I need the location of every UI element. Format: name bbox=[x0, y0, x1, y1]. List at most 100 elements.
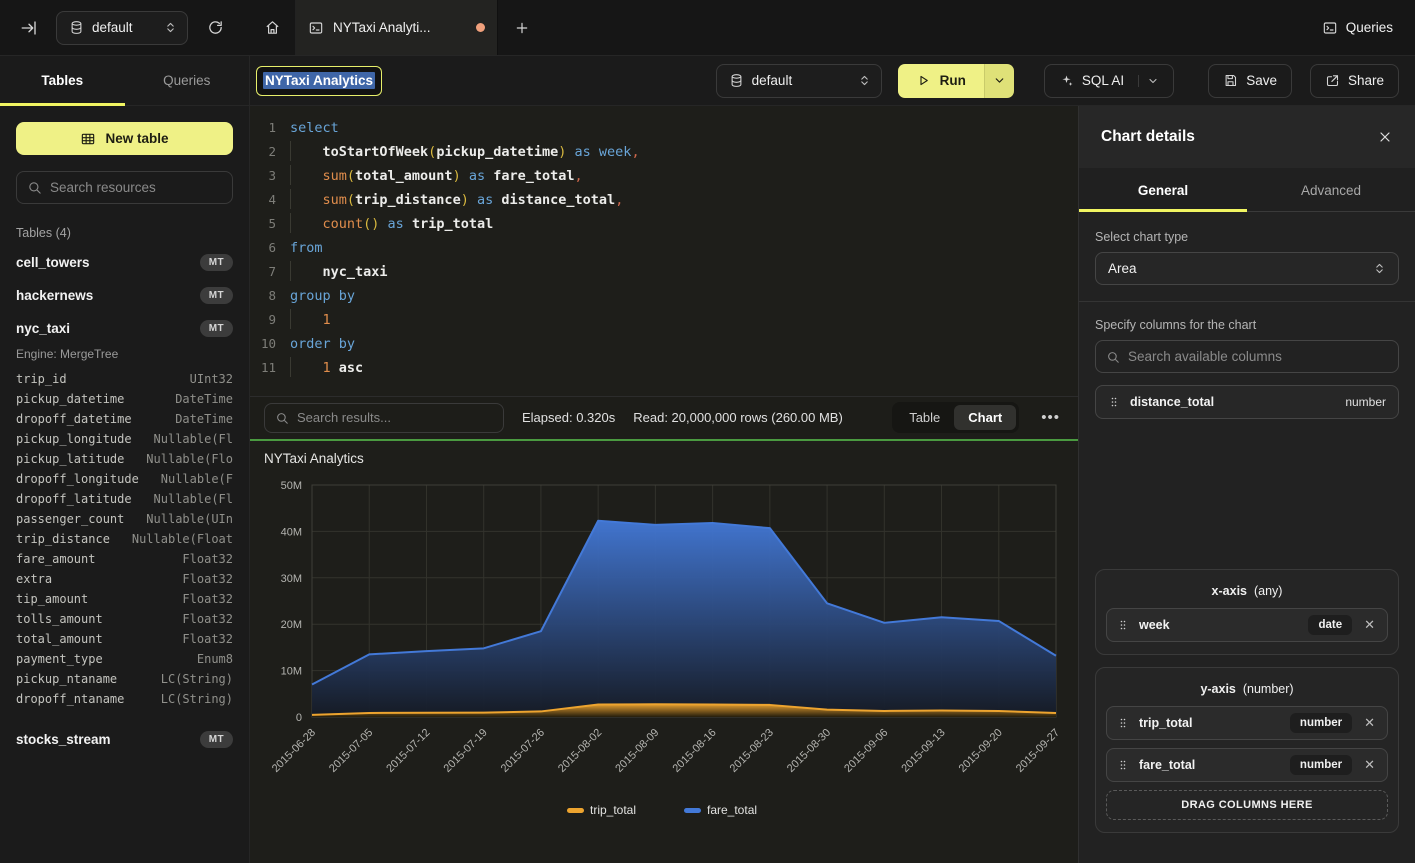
remove-column-button[interactable]: ✕ bbox=[1362, 715, 1377, 731]
panel-body: Select chart type Area Specify columns f… bbox=[1079, 212, 1415, 863]
code-text: 1 asc bbox=[290, 356, 363, 380]
sql-ai-options-button[interactable] bbox=[1138, 75, 1159, 87]
drag-handle-icon[interactable] bbox=[1117, 618, 1129, 632]
column-row: pickup_latitudeNullable(Flo bbox=[16, 449, 233, 469]
refresh-button[interactable] bbox=[200, 13, 230, 43]
x-axis-label: x-axis bbox=[1212, 584, 1247, 598]
column-type: Nullable(Flo bbox=[146, 449, 233, 469]
drop-zone[interactable]: DRAG COLUMNS HERE bbox=[1106, 790, 1388, 820]
nyc-taxi-column-list: trip_idUInt32pickup_datetimeDateTimedrop… bbox=[16, 369, 233, 709]
available-column-distance-total[interactable]: distance_total number bbox=[1095, 385, 1399, 419]
code-text: toStartOfWeek(pickup_datetime) as week, bbox=[290, 140, 640, 164]
columns-search-input[interactable] bbox=[1128, 349, 1388, 364]
tab-advanced[interactable]: Advanced bbox=[1247, 168, 1415, 211]
column-type: number bbox=[1345, 395, 1386, 409]
editor-line: 2toStartOfWeek(pickup_datetime) as week, bbox=[250, 140, 1078, 164]
chevron-down-icon bbox=[993, 74, 1006, 87]
run-button[interactable]: Run bbox=[898, 64, 984, 98]
sidebar-search[interactable] bbox=[16, 171, 233, 204]
y-tick-label: 10M bbox=[281, 666, 302, 678]
save-button[interactable]: Save bbox=[1208, 64, 1292, 98]
sql-ai-button[interactable]: SQL AI bbox=[1044, 64, 1174, 98]
view-toggle-chart[interactable]: Chart bbox=[954, 405, 1016, 430]
share-button[interactable]: Share bbox=[1310, 64, 1399, 98]
x-axis-item-week[interactable]: week date ✕ bbox=[1106, 608, 1388, 642]
sidebar-tab-tables[interactable]: Tables bbox=[0, 56, 125, 105]
editor-line: 10order by bbox=[250, 332, 1078, 356]
home-button[interactable] bbox=[250, 0, 296, 55]
table-row-nyc-taxi[interactable]: nyc_taxi MT bbox=[16, 312, 233, 345]
queries-button[interactable]: Queries bbox=[1300, 0, 1415, 55]
drag-handle-icon[interactable] bbox=[1117, 758, 1129, 772]
sidebar: New table Tables (4) cell_towers MT hack… bbox=[0, 106, 250, 863]
table-name: nyc_taxi bbox=[16, 321, 70, 336]
home-icon bbox=[264, 19, 281, 36]
table-row-hackernews[interactable]: hackernews MT bbox=[16, 279, 233, 312]
y-axis-item-trip-total[interactable]: trip_total number ✕ bbox=[1106, 706, 1388, 740]
series-area-fare_total bbox=[312, 521, 1056, 717]
table-row-cell-towers[interactable]: cell_towers MT bbox=[16, 246, 233, 279]
results-more-button[interactable]: ••• bbox=[1037, 409, 1064, 426]
legend-swatch-fare_total[interactable] bbox=[684, 808, 701, 813]
elapsed-time: Elapsed: 0.320s bbox=[522, 410, 615, 425]
columns-search[interactable] bbox=[1095, 340, 1399, 373]
query-title-input[interactable]: NYTaxi Analytics bbox=[256, 66, 382, 96]
engine-badge: MT bbox=[200, 320, 233, 337]
sparkle-icon bbox=[1059, 73, 1074, 88]
drag-handle-icon[interactable] bbox=[1117, 716, 1129, 730]
tables-section-label: Tables (4) bbox=[16, 226, 233, 240]
x-tick-label: 2015-07-19 bbox=[442, 727, 490, 775]
legend-label-trip_total[interactable]: trip_total bbox=[590, 803, 636, 817]
remove-column-button[interactable]: ✕ bbox=[1362, 757, 1377, 773]
legend-swatch-trip_total[interactable] bbox=[567, 808, 584, 813]
collapse-sidebar-button[interactable] bbox=[14, 13, 44, 43]
column-row: dropoff_datetimeDateTime bbox=[16, 409, 233, 429]
axis-column-type: number bbox=[1290, 713, 1352, 733]
chart-type-select[interactable]: Area bbox=[1095, 252, 1399, 285]
new-tab-button[interactable] bbox=[498, 0, 546, 55]
queries-label: Queries bbox=[1346, 20, 1393, 35]
column-type: Nullable(F bbox=[161, 469, 233, 489]
sidebar-search-input[interactable] bbox=[50, 180, 222, 195]
tab-nytaxi-analytics[interactable]: NYTaxi Analyti... bbox=[296, 0, 498, 55]
x-axis-card: x-axis (any) week date ✕ bbox=[1095, 569, 1399, 655]
save-label: Save bbox=[1246, 73, 1277, 88]
table-row-stocks-stream[interactable]: stocks_stream MT bbox=[16, 723, 233, 756]
updown-chevrons-icon bbox=[164, 21, 177, 34]
column-name: trip_distance bbox=[16, 529, 110, 549]
y-axis-item-fare-total[interactable]: fare_total number ✕ bbox=[1106, 748, 1388, 782]
collapse-sidebar-icon bbox=[20, 19, 38, 37]
axis-column-name: trip_total bbox=[1139, 716, 1192, 730]
line-number: 5 bbox=[250, 212, 290, 236]
view-toggle-table[interactable]: Table bbox=[895, 405, 954, 430]
code-text: 1 bbox=[290, 308, 331, 332]
x-tick-label: 2015-07-12 bbox=[384, 727, 432, 775]
column-name: pickup_ntaname bbox=[16, 669, 117, 689]
new-table-button[interactable]: New table bbox=[16, 122, 233, 155]
remove-column-button[interactable]: ✕ bbox=[1362, 617, 1377, 633]
legend-label-fare_total[interactable]: fare_total bbox=[707, 803, 757, 817]
engine-badge: MT bbox=[200, 731, 233, 748]
sidebar-tab-queries[interactable]: Queries bbox=[125, 56, 250, 105]
code-text: group by bbox=[290, 284, 355, 308]
topbar-database-select[interactable]: default bbox=[56, 11, 188, 45]
chart-type-value: Area bbox=[1108, 261, 1137, 276]
toolbar-database-select[interactable]: default bbox=[716, 64, 882, 98]
sql-ai-label: SQL AI bbox=[1082, 73, 1124, 88]
sql-editor[interactable]: 1select2toStartOfWeek(pickup_datetime) a… bbox=[250, 106, 1078, 396]
column-row: pickup_longitudeNullable(Fl bbox=[16, 429, 233, 449]
code-text: order by bbox=[290, 332, 355, 356]
panel-title: Chart details bbox=[1101, 128, 1195, 146]
column-type: DateTime bbox=[175, 389, 233, 409]
results-search[interactable] bbox=[264, 403, 504, 433]
y-axis-card: y-axis (number) trip_total number ✕ fare… bbox=[1095, 667, 1399, 833]
tab-strip: NYTaxi Analyti... Queries bbox=[250, 0, 1415, 56]
close-icon[interactable] bbox=[1377, 129, 1393, 145]
tab-general[interactable]: General bbox=[1079, 168, 1247, 211]
y-tick-label: 40M bbox=[281, 526, 302, 538]
column-row: fare_amountFloat32 bbox=[16, 549, 233, 569]
run-options-button[interactable] bbox=[984, 64, 1014, 98]
results-search-input[interactable] bbox=[297, 410, 493, 425]
drag-handle-icon[interactable] bbox=[1108, 395, 1120, 409]
results-chart[interactable]: NYTaxi Analytics010M20M30M40M50M2015-06-… bbox=[250, 441, 1078, 858]
